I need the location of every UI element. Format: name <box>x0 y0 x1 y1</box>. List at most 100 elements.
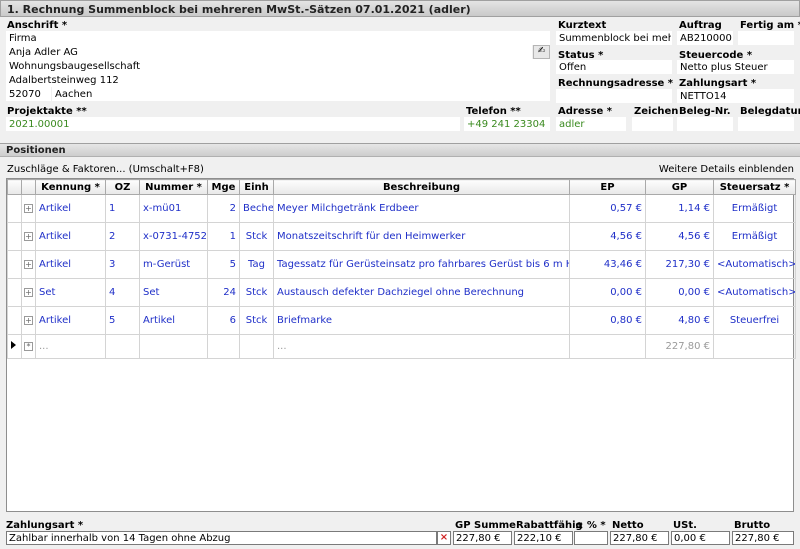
col-mge[interactable]: Mge <box>207 179 240 195</box>
cell-einh[interactable]: Tag <box>239 250 274 279</box>
plz-field[interactable]: 52070 <box>6 87 51 101</box>
cell-kennung[interactable]: Artikel <box>35 306 106 335</box>
expand-icon[interactable]: * <box>21 334 36 359</box>
kurztext-field[interactable]: Summenblock bei mehreren <box>556 31 672 45</box>
clear-icon[interactable]: × <box>437 531 451 545</box>
cell-steuersatz[interactable]: Ermäßigt <box>713 194 796 223</box>
cell-steuersatz[interactable] <box>713 334 796 359</box>
cell-steuersatz[interactable]: Ermäßigt <box>713 222 796 251</box>
col-nummer[interactable]: Nummer * <box>139 179 208 195</box>
cell-ep[interactable]: 4,56 € <box>569 222 646 251</box>
cell-kennung[interactable]: ... <box>35 334 106 359</box>
col-oz[interactable]: OZ <box>105 179 140 195</box>
cell-oz[interactable]: 1 <box>105 194 140 223</box>
telefon-field[interactable]: +49 241 23304 <box>464 117 550 131</box>
col-einh[interactable]: Einh <box>239 179 274 195</box>
cell-gp[interactable]: 1,14 € <box>645 194 714 223</box>
row-gutter[interactable] <box>7 194 22 223</box>
adresse-field[interactable]: adler <box>556 117 626 131</box>
anschrift-line-3[interactable]: Wohnungsbaugesellschaft <box>6 59 550 73</box>
cell-beschreibung[interactable]: Briefmarke <box>273 306 570 335</box>
cell-gp[interactable]: 4,80 € <box>645 306 714 335</box>
rechnungsadresse-field[interactable] <box>556 89 672 103</box>
table-row[interactable]: + Artikel 1 x-mü01 2 Becher Meyer Milchg… <box>7 194 796 223</box>
table-row[interactable]: + Artikel 2 x-0731-4752 1 Stck Monatszei… <box>7 222 796 251</box>
cell-ep[interactable]: 43,46 € <box>569 250 646 279</box>
cell-beschreibung[interactable]: Austausch defekter Dachziegel ohne Berec… <box>273 278 570 307</box>
cell-ep[interactable]: 0,57 € <box>569 194 646 223</box>
zahlungsart-header-field[interactable]: NETTO14 <box>677 89 794 103</box>
cell-nummer[interactable]: m-Gerüst <box>139 250 208 279</box>
positionen-grid[interactable]: Kennung * OZ Nummer * Mge Einh Beschreib… <box>6 178 796 512</box>
cell-nummer[interactable]: x-mü01 <box>139 194 208 223</box>
col-gp[interactable]: GP <box>645 179 714 195</box>
expand-icon[interactable]: + <box>21 250 36 279</box>
col-beschreibung[interactable]: Beschreibung <box>273 179 570 195</box>
cell-mge[interactable]: 6 <box>207 306 240 335</box>
signature-icon[interactable]: ✍ <box>533 45 550 59</box>
row-gutter[interactable] <box>7 250 22 279</box>
cell-mge[interactable]: 24 <box>207 278 240 307</box>
cell-kennung[interactable]: Set <box>35 278 106 307</box>
cell-nummer[interactable]: x-0731-4752 <box>139 222 208 251</box>
cell-nummer[interactable]: Set <box>139 278 208 307</box>
cell-nummer[interactable]: Artikel <box>139 306 208 335</box>
row-gutter[interactable] <box>7 222 22 251</box>
row-gutter[interactable] <box>7 306 22 335</box>
table-row[interactable]: + Set 4 Set 24 Stck Austausch defekter D… <box>7 278 796 307</box>
cell-einh[interactable] <box>239 334 274 359</box>
col-steuersatz[interactable]: Steuersatz * <box>713 179 796 195</box>
cell-oz[interactable] <box>105 334 140 359</box>
expand-icon[interactable]: + <box>21 222 36 251</box>
zeichen-field[interactable] <box>632 117 673 131</box>
cell-beschreibung[interactable]: Monatszeitschrift für den Heimwerker <box>273 222 570 251</box>
cell-gp[interactable]: 4,56 € <box>645 222 714 251</box>
cell-oz[interactable]: 4 <box>105 278 140 307</box>
cell-ep[interactable]: 0,80 € <box>569 306 646 335</box>
row-gutter[interactable] <box>7 278 22 307</box>
ort-field[interactable]: Aachen <box>52 87 550 101</box>
cell-ep[interactable] <box>569 334 646 359</box>
col-kennung[interactable]: Kennung * <box>35 179 106 195</box>
expand-icon[interactable]: + <box>21 194 36 223</box>
table-row[interactable]: + Artikel 5 Artikel 6 Stck Briefmarke 0,… <box>7 306 796 335</box>
prozent-field[interactable] <box>574 531 608 545</box>
cell-kennung[interactable]: Artikel <box>35 222 106 251</box>
expand-icon[interactable]: + <box>21 278 36 307</box>
cell-kennung[interactable]: Artikel <box>35 194 106 223</box>
cell-mge[interactable]: 1 <box>207 222 240 251</box>
cell-steuersatz[interactable]: <Automatisch> <box>713 278 796 307</box>
belegdatum-field[interactable] <box>738 117 794 131</box>
anschrift-line-2[interactable]: Anja Adler AG <box>6 45 532 59</box>
cell-einh[interactable]: Becher <box>239 194 274 223</box>
cell-oz[interactable]: 3 <box>105 250 140 279</box>
zuschlaege-link[interactable]: Zuschläge & Faktoren... (Umschalt+F8) <box>7 164 204 175</box>
col-ep[interactable]: EP <box>569 179 646 195</box>
steuercode-field[interactable]: Netto plus Steuer <box>677 60 794 74</box>
weitere-details-link[interactable]: Weitere Details einblenden <box>659 164 794 175</box>
zahlungsart-field[interactable]: Zahlbar innerhalb von 14 Tagen ohne Abzu… <box>6 531 437 545</box>
cell-oz[interactable]: 5 <box>105 306 140 335</box>
cell-mge[interactable]: 5 <box>207 250 240 279</box>
cell-einh[interactable]: Stck <box>239 222 274 251</box>
cell-kennung[interactable]: Artikel <box>35 250 106 279</box>
projektakte-field[interactable]: 2021.00001 <box>6 117 460 131</box>
belegnr-field[interactable] <box>677 117 733 131</box>
cell-steuersatz[interactable]: <Automatisch> <box>713 250 796 279</box>
table-row[interactable]: + Artikel 3 m-Gerüst 5 Tag Tagessatz für… <box>7 250 796 279</box>
cell-gp[interactable]: 217,30 € <box>645 250 714 279</box>
expand-icon[interactable]: + <box>21 306 36 335</box>
cell-beschreibung[interactable]: Tagessatz für Gerüsteinsatz pro fahrbare… <box>273 250 570 279</box>
cell-einh[interactable]: Stck <box>239 278 274 307</box>
cell-gp[interactable]: 0,00 € <box>645 278 714 307</box>
fertig-field[interactable] <box>738 31 794 45</box>
cell-nummer[interactable] <box>139 334 208 359</box>
cell-ep[interactable]: 0,00 € <box>569 278 646 307</box>
new-row[interactable]: * ... ... 227,80 € <box>7 334 796 359</box>
cell-steuersatz[interactable]: Steuerfrei <box>713 306 796 335</box>
cell-mge[interactable] <box>207 334 240 359</box>
anschrift-line-4[interactable]: Adalbertsteinweg 112 <box>6 73 550 87</box>
cell-mge[interactable]: 2 <box>207 194 240 223</box>
anschrift-line-1[interactable]: Firma <box>6 31 550 45</box>
cell-beschreibung[interactable]: ... <box>273 334 570 359</box>
